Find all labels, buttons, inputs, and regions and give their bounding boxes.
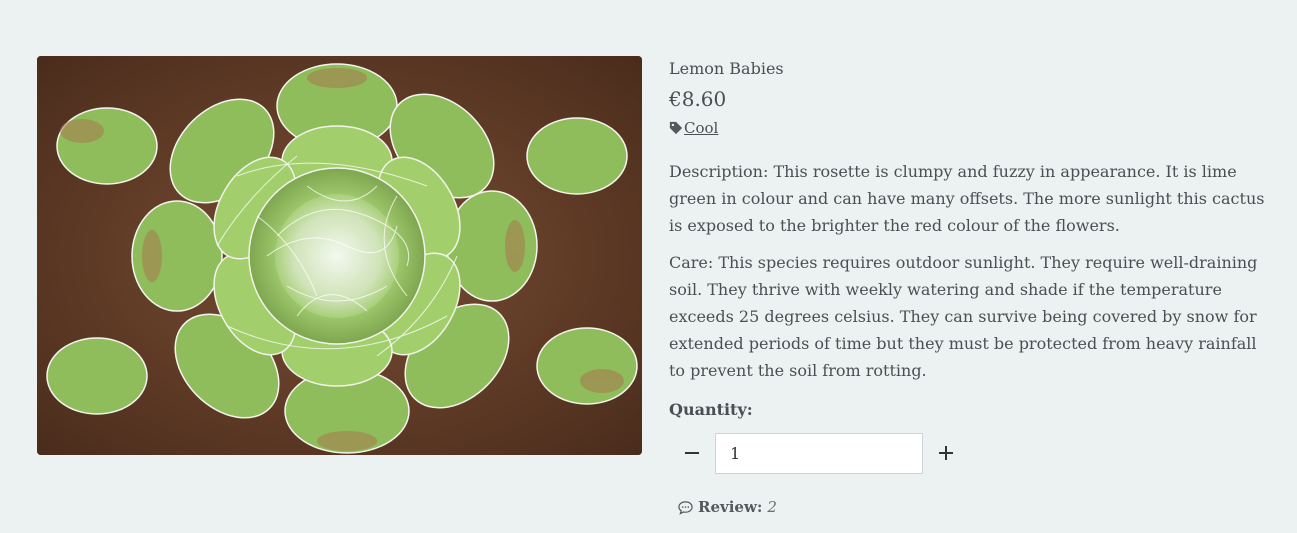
- succulent-photo: [37, 56, 642, 455]
- product-price: €8.60: [669, 87, 727, 111]
- product-image: [37, 56, 642, 455]
- quantity-input[interactable]: [715, 432, 923, 474]
- minus-icon: [685, 452, 699, 454]
- review-label: Review:: [698, 498, 763, 516]
- decrement-button[interactable]: [669, 432, 715, 474]
- product-care: Care: This species requires outdoor sunl…: [669, 253, 1258, 380]
- review-count: 2: [767, 498, 777, 516]
- product-details: Lemon Babies €8.60 Cool Description: Thi…: [669, 58, 1269, 516]
- tag-link-cool[interactable]: Cool: [684, 118, 718, 138]
- increment-button[interactable]: [923, 432, 969, 474]
- tag-icon: [669, 121, 683, 135]
- quantity-label: Quantity:: [669, 400, 753, 419]
- plus-icon: [939, 446, 953, 460]
- quantity-stepper: [669, 432, 1269, 474]
- product-description: Description: This rosette is clumpy and …: [669, 162, 1265, 235]
- product-tag: Cool: [669, 118, 1269, 138]
- comment-icon: [678, 500, 693, 515]
- review-summary: Review: 2: [678, 498, 1269, 516]
- product-name: Lemon Babies: [669, 59, 784, 78]
